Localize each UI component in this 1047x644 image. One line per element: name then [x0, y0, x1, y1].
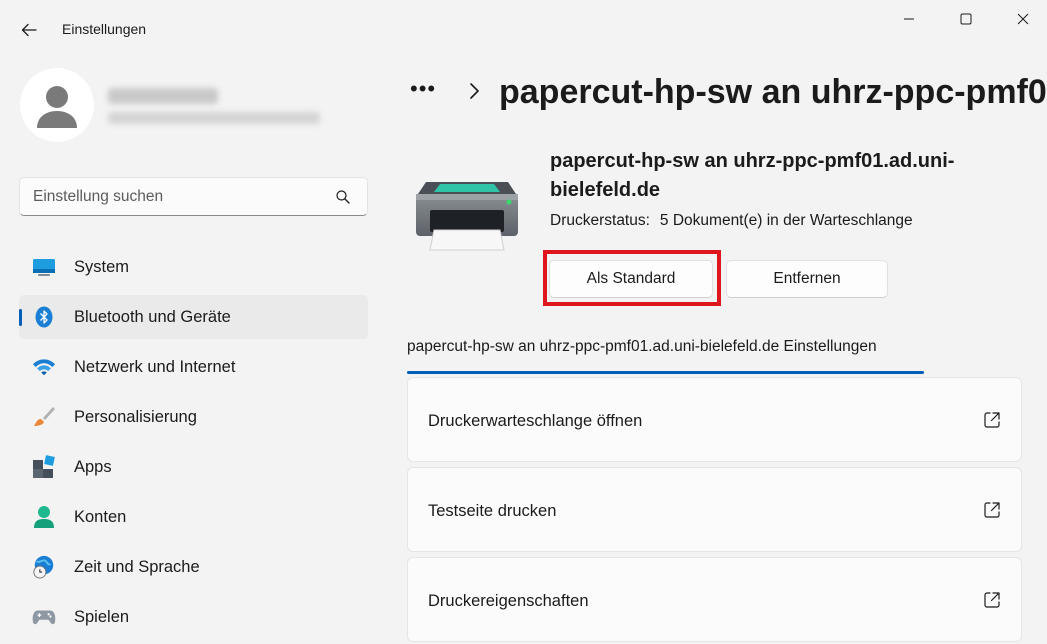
search-input[interactable] — [33, 178, 333, 215]
sidebar-item-label: System — [74, 257, 130, 276]
printer-name: papercut-hp-sw an uhrz-ppc-pmf01.ad.uni-… — [550, 150, 955, 201]
sidebar-item-system[interactable]: System — [19, 245, 368, 289]
sidebar-item-bluetooth[interactable]: Bluetooth und Geräte — [19, 295, 368, 339]
sidebar-item-label: Apps — [74, 457, 112, 476]
page-title: papercut-hp-sw an uhrz-ppc-pmf01.ad.uni-… — [499, 73, 1047, 111]
apps-icon — [32, 455, 56, 478]
back-button[interactable] — [14, 16, 44, 44]
set-default-button[interactable]: Als Standard — [549, 260, 713, 298]
sidebar-nav: System Bluetooth und Geräte Netzwerk und… — [19, 245, 368, 644]
open-external-icon — [984, 592, 1000, 608]
card-label: Druckerwarteschlange öffnen — [428, 412, 643, 430]
open-external-icon — [984, 412, 1000, 428]
open-print-queue-card[interactable]: Druckerwarteschlange öffnen — [407, 377, 1022, 462]
sidebar-item-label: Zeit und Sprache — [74, 557, 200, 576]
brush-icon — [32, 406, 56, 428]
printer-status-value: 5 Dokument(e) in der Warteschlange — [659, 212, 913, 229]
printer-status: Druckerstatus: 5 Dokument(e) in der Warte… — [550, 212, 913, 230]
user-icon — [37, 86, 77, 128]
search-icon[interactable] — [335, 189, 351, 205]
card-label: Testseite drucken — [428, 502, 557, 520]
minimize-icon — [904, 18, 914, 20]
sidebar-item-network[interactable]: Netzwerk und Internet — [19, 345, 368, 389]
breadcrumb-more-button[interactable]: ••• — [410, 76, 436, 102]
remove-button[interactable]: Entfernen — [726, 260, 888, 298]
sidebar-item-label: Spielen — [74, 607, 130, 626]
print-test-page-card[interactable]: Testseite drucken — [407, 467, 1022, 552]
sidebar-item-personalization[interactable]: Personalisierung — [19, 395, 368, 439]
minimize-button[interactable] — [886, 6, 932, 32]
settings-search[interactable] — [19, 177, 368, 216]
app-title: Einstellungen — [62, 21, 147, 37]
chevron-right-icon — [468, 82, 480, 105]
bluetooth-icon — [32, 306, 56, 328]
account-icon — [32, 506, 56, 528]
sidebar-item-accounts[interactable]: Konten — [19, 495, 368, 539]
user-profile[interactable] — [20, 68, 380, 148]
sidebar-item-label: Personalisierung — [74, 407, 197, 426]
breadcrumb: ••• papercut-hp-sw an uhrz-ppc-pmf01.ad.… — [410, 70, 1047, 120]
sidebar-item-label: Netzwerk und Internet — [74, 357, 236, 376]
user-name-redacted — [108, 88, 218, 104]
maximize-button[interactable] — [943, 6, 989, 32]
sidebar-item-label: Konten — [74, 507, 127, 526]
sidebar-item-gaming[interactable]: Spielen — [19, 595, 368, 639]
avatar — [20, 68, 94, 142]
gamepad-icon — [32, 606, 56, 628]
sidebar-item-time-language[interactable]: Zeit und Sprache — [19, 545, 368, 589]
printer-icon — [412, 180, 522, 256]
close-icon — [1017, 13, 1029, 25]
close-button[interactable] — [1000, 6, 1046, 32]
sidebar-item-apps[interactable]: Apps — [19, 445, 368, 489]
maximize-icon — [960, 13, 972, 25]
user-email-redacted — [108, 112, 320, 124]
printer-status-label: Druckerstatus: — [550, 212, 650, 229]
sidebar-item-label: Bluetooth und Geräte — [74, 307, 231, 326]
tab-underline — [407, 371, 924, 374]
time-language-icon — [32, 555, 56, 579]
card-label: Druckereigenschaften — [428, 592, 589, 610]
tab-printer-settings[interactable]: papercut-hp-sw an uhrz-ppc-pmf01.ad.uni-… — [407, 338, 877, 356]
arrow-left-icon — [21, 23, 37, 37]
printer-properties-card[interactable]: Druckereigenschaften — [407, 557, 1022, 642]
wifi-icon — [32, 356, 56, 378]
title-bar: Einstellungen — [0, 0, 1047, 60]
open-external-icon — [984, 502, 1000, 518]
system-icon — [32, 256, 56, 278]
